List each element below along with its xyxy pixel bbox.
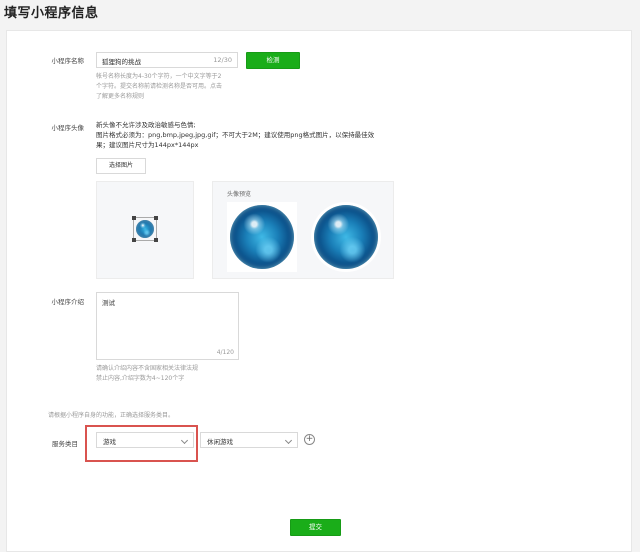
page-title: 填写小程序信息 — [4, 6, 99, 21]
submit-button[interactable]: 提交 — [290, 519, 341, 536]
name-input[interactable]: 狐狸狗的挑战 12/30 — [96, 52, 238, 68]
name-hint-line: 个字符。提交名称前请检测名称是否可用。点击 — [96, 83, 223, 90]
category-label: 服务类目 — [52, 440, 78, 448]
crop-handle[interactable] — [154, 216, 158, 220]
secondary-category-select[interactable]: 休闲游戏 — [200, 432, 298, 448]
intro-label: 小程序介绍 — [51, 298, 85, 306]
add-category-button[interactable]: + — [304, 434, 315, 445]
avatar-req-line: 果；建议图片尺寸为144px*144px — [96, 141, 199, 149]
intro-counter: 4/120 — [216, 349, 234, 356]
primary-category-value: 游戏 — [103, 438, 116, 446]
name-hint-line: 帐号名称长度为4-30个字符，一个中文字等于2 — [96, 73, 222, 80]
avatar-preview-panel: 头像预览 — [212, 181, 394, 279]
chevron-down-icon — [180, 436, 189, 445]
intro-hint: 请确认介绍内容不含国家相关法律法规 禁止内容,介绍字数为4~120个字 — [96, 364, 266, 384]
secondary-category-value: 休闲游戏 — [207, 438, 233, 446]
avatar-label: 小程序头像 — [51, 124, 85, 132]
check-name-button[interactable]: 检测 — [246, 52, 300, 69]
category-note: 请根据小程序自身的功能，正确选择服务类目。 — [48, 412, 175, 419]
name-hint: 帐号名称长度为4-30个字符，一个中文字等于2 个字符。提交名称前请检测名称是否… — [96, 72, 266, 102]
name-input-value: 狐狸狗的挑战 — [102, 58, 141, 66]
crop-frame[interactable] — [132, 216, 158, 242]
avatar-req-line: 新头像不允许涉及政治敏感与色情; — [96, 121, 196, 129]
intro-hint-line: 禁止内容,介绍字数为4~120个字 — [96, 375, 185, 382]
preview-square-image — [230, 205, 294, 269]
preview-circle — [311, 202, 381, 272]
select-image-button[interactable]: 选择图片 — [96, 158, 146, 174]
form-card — [6, 30, 632, 552]
crop-handle[interactable] — [154, 238, 158, 242]
avatar-thumb-image — [136, 220, 154, 238]
name-rules-link[interactable]: 了解更多名称规则 — [96, 92, 266, 102]
preview-square — [227, 202, 297, 272]
crop-handle[interactable] — [132, 216, 136, 220]
avatar-req-line: 图片格式必须为：png,bmp,jpeg,jpg,gif；不可大于2M；建议使用… — [96, 131, 375, 139]
intro-value: 测试 — [102, 299, 115, 307]
name-label: 小程序名称 — [51, 57, 85, 65]
chevron-down-icon — [284, 436, 293, 445]
avatar-crop-area[interactable] — [96, 181, 194, 279]
avatar-requirements: 新头像不允许涉及政治敏感与色情; 图片格式必须为：png,bmp,jpeg,jp… — [96, 120, 396, 150]
preview-circle-image — [314, 205, 378, 269]
name-counter: 12/30 — [213, 56, 232, 64]
intro-textarea[interactable]: 测试 4/120 — [96, 292, 239, 360]
preview-label: 头像预览 — [227, 191, 252, 198]
primary-category-select[interactable]: 游戏 — [96, 432, 194, 448]
crop-handle[interactable] — [132, 238, 136, 242]
intro-hint-line: 请确认介绍内容不含国家相关法律法规 — [96, 365, 199, 372]
